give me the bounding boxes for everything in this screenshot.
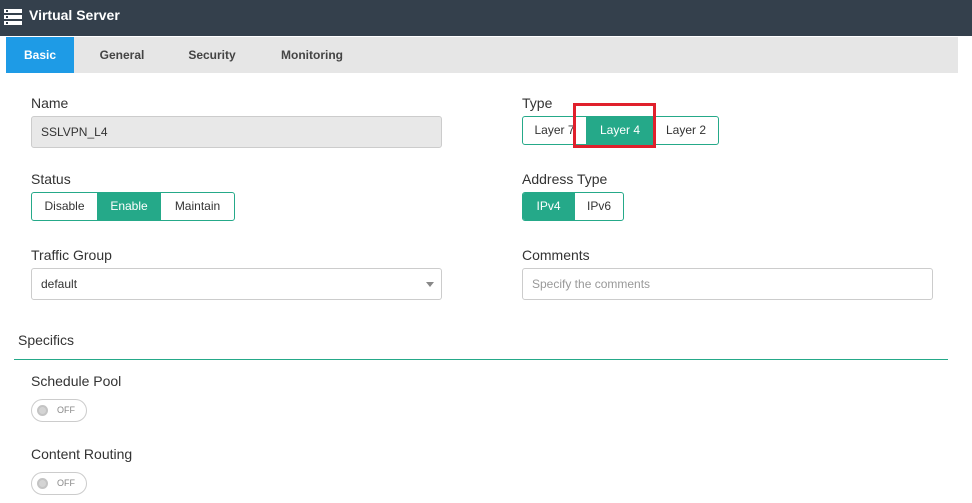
toggle-state: OFF [57, 478, 75, 488]
status-button-group: Disable Enable Maintain [31, 192, 235, 221]
specifics-heading: Specifics [18, 332, 75, 348]
server-icon [4, 9, 22, 25]
type-label: Type [522, 95, 553, 111]
toggle-state: OFF [57, 405, 75, 415]
title-bar: Virtual Server [0, 0, 972, 36]
tab-security[interactable]: Security [170, 37, 254, 73]
content-routing-label: Content Routing [31, 446, 133, 462]
name-field[interactable]: SSLVPN_L4 [31, 116, 442, 148]
name-label: Name [31, 95, 69, 111]
tab-basic[interactable]: Basic [6, 37, 74, 73]
type-layer2-button[interactable]: Layer 2 [654, 117, 718, 144]
status-disable-button[interactable]: Disable [32, 193, 98, 220]
toggle-knob [37, 478, 48, 489]
tab-general[interactable]: General [80, 37, 164, 73]
traffic-group-label: Traffic Group [31, 247, 112, 263]
address-ipv4-button[interactable]: IPv4 [523, 193, 575, 220]
section-divider [14, 359, 948, 360]
traffic-group-value: default [41, 277, 78, 291]
traffic-group-select[interactable]: default [31, 268, 442, 300]
address-ipv6-button[interactable]: IPv6 [575, 193, 623, 220]
toggle-knob [37, 405, 48, 416]
schedule-pool-toggle[interactable]: OFF [31, 399, 87, 422]
highlight-box [573, 103, 656, 148]
chevron-down-icon [426, 282, 434, 287]
address-type-label: Address Type [522, 171, 608, 187]
status-label: Status [31, 171, 71, 187]
status-maintain-button[interactable]: Maintain [161, 193, 234, 220]
address-type-button-group: IPv4 IPv6 [522, 192, 624, 221]
window-title: Virtual Server [29, 7, 120, 23]
comments-label: Comments [522, 247, 590, 263]
tab-bar: Basic General Security Monitoring [6, 37, 958, 73]
comments-input[interactable]: Specify the comments [522, 268, 933, 300]
schedule-pool-label: Schedule Pool [31, 373, 122, 389]
status-enable-button[interactable]: Enable [98, 193, 161, 220]
tab-monitoring[interactable]: Monitoring [264, 37, 360, 73]
content-routing-toggle[interactable]: OFF [31, 472, 87, 495]
